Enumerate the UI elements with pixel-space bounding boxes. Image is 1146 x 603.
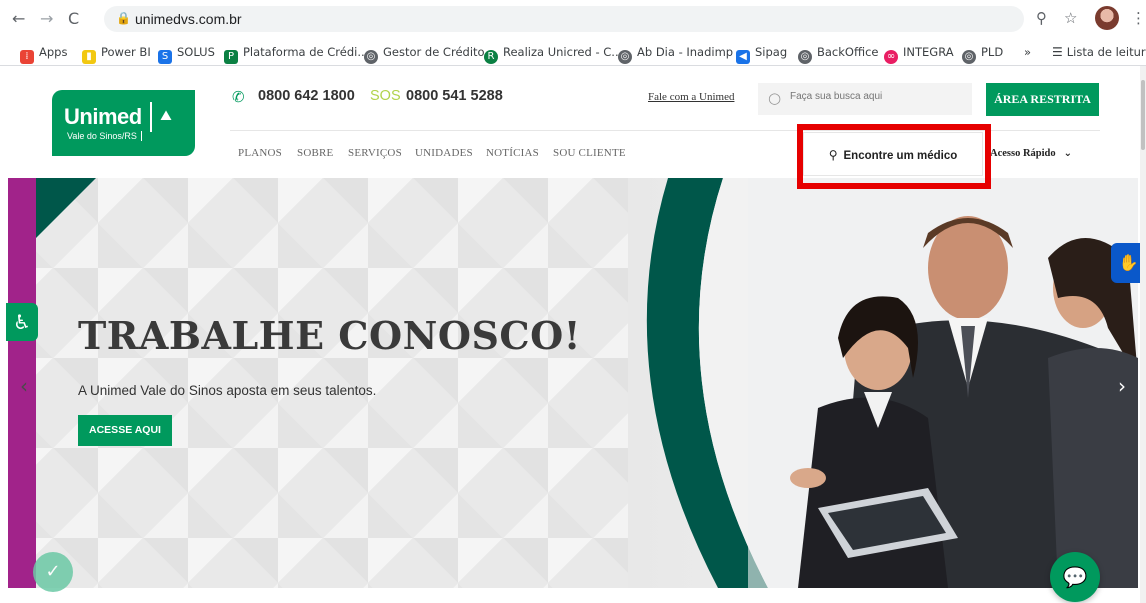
bookmark-label: Ab Dia - Inadimp [637,45,734,59]
hero-cta-button[interactable]: ACESSE AQUI [78,415,172,446]
contact-link[interactable]: Fale com a Unimed [648,91,734,103]
bookmark-label: PLD [981,45,1004,59]
menu-noticias[interactable]: NOTÍCIAS [486,147,539,159]
bookmark-label: INTEGRA [903,45,954,59]
logo-subtitle: Vale do Sinos/RS [67,131,142,141]
globe-icon: ◎ [798,50,812,64]
find-doctor-button[interactable]: ⚲ Encontre um médico [803,132,983,176]
bookmark-label: Power BI [101,45,151,59]
bookmark-apps[interactable]: ⁞ Apps [20,45,67,64]
bookmark-label: Gestor de Crédito [383,45,485,59]
browser-toolbar: ← → C 🔒 unimedvs.com.br ⚲ ☆ ⋮ [0,0,1146,38]
apps-grid-icon: ⁞ [20,50,34,64]
forward-button[interactable]: → [40,10,53,28]
bookmark-ab-dia[interactable]: ◎ Ab Dia - Inadimp [618,45,733,64]
bookmark-star-icon[interactable]: ☆ [1064,9,1077,27]
bookmark-label: BackOffice [817,45,879,59]
hero-title: TRABALHE CONOSCO! [78,313,581,358]
menu-servicos[interactable]: SERVIÇOS [348,147,402,159]
hero-office-photo [628,178,1138,588]
search-icon[interactable]: ○ [768,89,781,107]
reload-button[interactable]: C [68,10,79,28]
restricted-area-button[interactable]: ÁREA RESTRITA [986,83,1099,116]
chat-icon[interactable]: 💬 [1050,552,1100,602]
logo-text: Unimed [64,104,142,129]
menu-sou-cliente[interactable]: SOU CLIENTE [553,147,626,159]
search-input[interactable] [790,91,960,102]
bookmark-pld[interactable]: ◎ PLD [962,45,1003,64]
bookmark-power-bi[interactable]: ▮ Power BI [82,45,151,64]
bookmark-label: SOLUS [177,45,215,59]
reading-list[interactable]: ☰ Lista de leitura [1052,45,1146,59]
bookmark-label: Sipag [755,45,788,59]
profile-avatar[interactable] [1095,6,1119,30]
url-text: unimedvs.com.br [135,11,242,27]
bookmark-gestor[interactable]: ◎ Gestor de Crédito [364,45,485,64]
chevron-down-icon: ⌄ [1063,148,1073,159]
hero-banner: ‹ › TRABALHE CONOSCO! A Unimed Vale do S… [8,178,1138,588]
plataforma-icon: P [224,50,238,64]
search-box[interactable]: ○ [758,83,972,115]
hero-green-corner [36,178,96,238]
bookmark-label: Plataforma de Crédi... [243,45,369,59]
carousel-prev-button[interactable]: ‹ [20,374,28,398]
browser-menu-icon[interactable]: ⋮ [1131,9,1146,27]
menu-unidades[interactable]: UNIDADES [415,147,473,159]
menu-planos[interactable]: PLANOS [238,147,282,159]
phone-sos[interactable]: 0800 541 5288 [406,88,503,104]
carousel-next-button[interactable]: › [1118,374,1126,398]
realiza-icon: R [484,50,498,64]
bookmark-label: Realiza Unicred - C... [503,45,623,59]
bookmark-solus[interactable]: S SOLUS [158,45,215,64]
menu-sobre[interactable]: SOBRE [297,147,333,159]
sos-label: SOS [370,88,401,104]
map-pin-icon: ⚲ [828,148,838,162]
reading-list-icon: ☰ [1052,45,1063,59]
unimed-tree-icon: ⯅ [150,102,180,132]
location-icon[interactable]: ⚲ [1036,9,1047,27]
bookmark-backoffice[interactable]: ◎ BackOffice [798,45,879,64]
integra-icon: ∞ [884,50,898,64]
solus-icon: S [158,50,172,64]
back-button[interactable]: ← [12,10,25,28]
globe-icon: ◎ [962,50,976,64]
phone-main[interactable]: 0800 642 1800 [258,88,355,104]
globe-icon: ◎ [364,50,378,64]
quick-access-dropdown[interactable]: Acesso Rápido ⌄ [990,148,1072,159]
bookmark-plataforma[interactable]: P Plataforma de Crédi... [224,45,368,64]
reading-list-label: Lista de leitura [1066,45,1146,59]
unimed-logo[interactable]: Unimed ⯅ Vale do Sinos/RS [52,90,195,156]
phone-icon: ✆ [232,88,245,106]
power-bi-icon: ▮ [82,50,96,64]
hero-subtitle: A Unimed Vale do Sinos aposta em seus ta… [78,383,377,398]
badge-icon[interactable]: ✓ [33,552,73,592]
site-header: Unimed ⯅ Vale do Sinos/RS ✆ 0800 642 180… [0,66,1146,178]
scrollbar-thumb[interactable] [1141,80,1145,150]
find-doctor-label: Encontre um médico [843,150,958,162]
sipag-icon: ◀ [736,50,750,64]
header-divider [230,130,1100,131]
bookmark-integra[interactable]: ∞ INTEGRA [884,45,954,64]
bookmarks-bar: ⁞ Apps ▮ Power BI S SOLUS P Plataforma de Cr… [0,38,1146,66]
bookmarks-overflow[interactable]: » [1024,45,1031,59]
bookmark-sipag[interactable]: ◀ Sipag [736,45,787,64]
globe-icon: ◎ [618,50,632,64]
bookmark-label: Apps [39,45,68,59]
quick-access-label: Acesso Rápido [990,148,1056,159]
accessibility-icon[interactable]: ♿ [6,303,38,341]
bookmark-realiza[interactable]: R Realiza Unicred - C... [484,45,622,64]
lock-icon: 🔒 [116,11,131,25]
address-bar[interactable]: 🔒 unimedvs.com.br [104,6,1024,32]
